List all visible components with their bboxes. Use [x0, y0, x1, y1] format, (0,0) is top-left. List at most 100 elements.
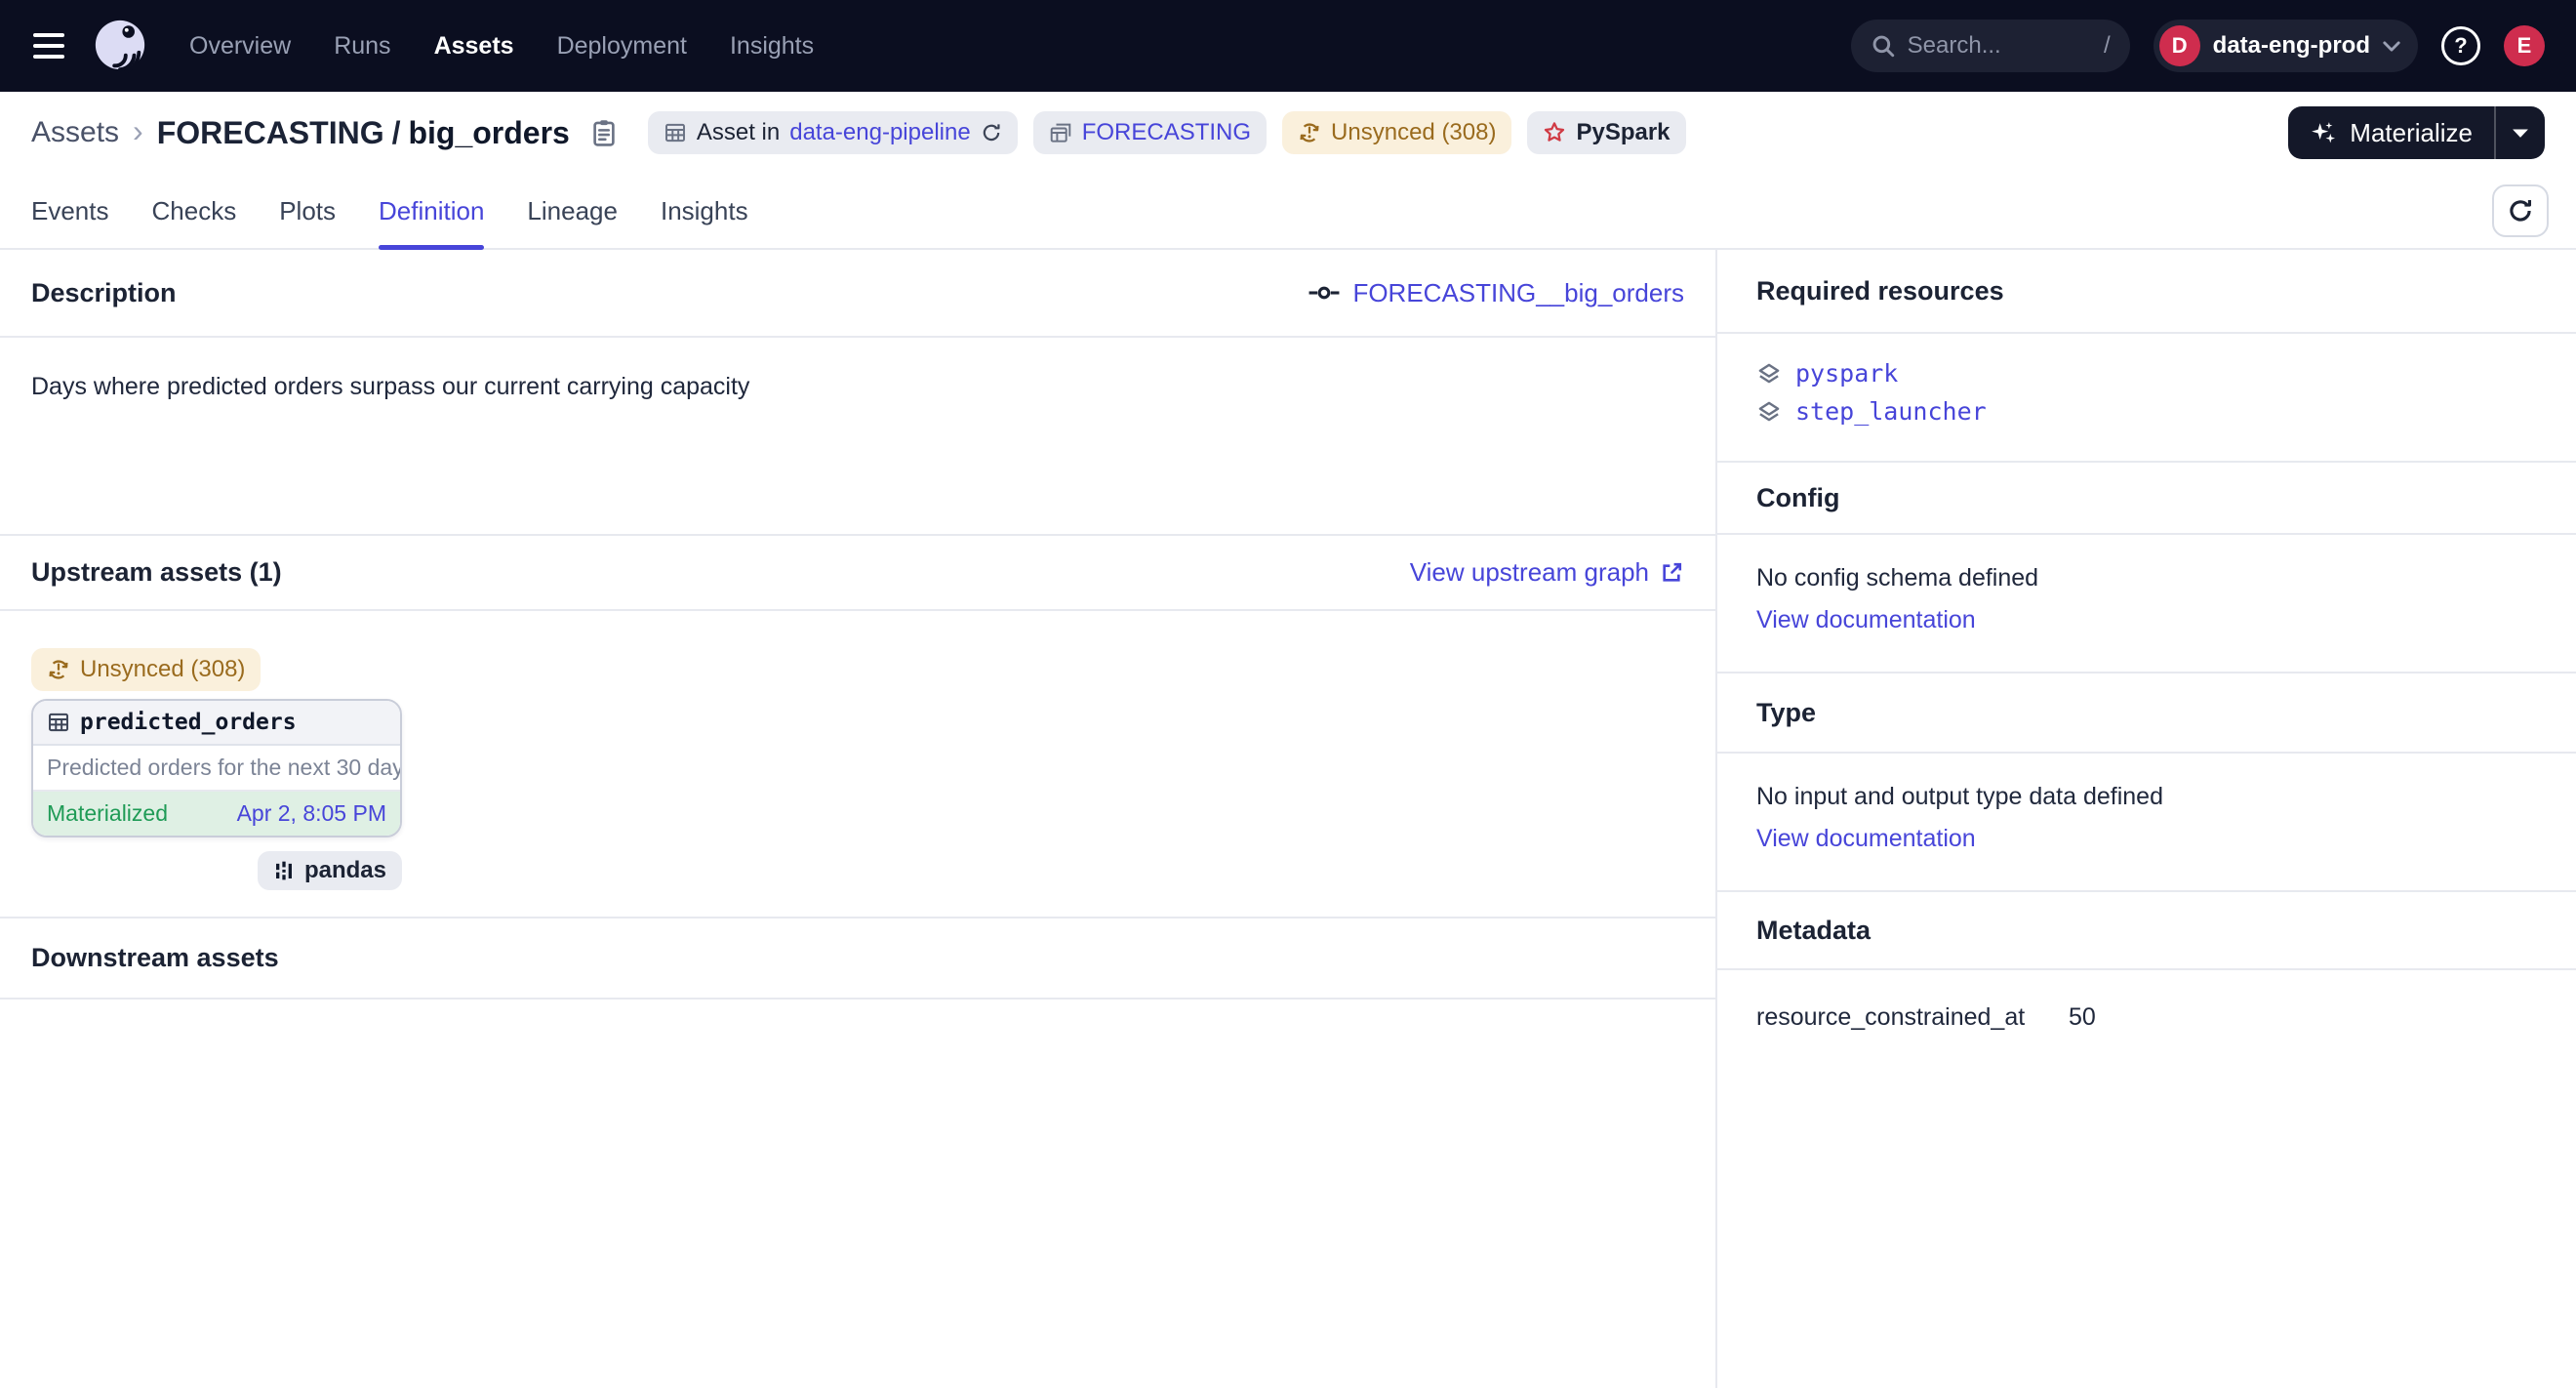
- copy-asset-key-icon[interactable]: [589, 118, 619, 147]
- downstream-section-header: Downstream assets: [0, 919, 1715, 1000]
- deployment-initial-badge: D: [2159, 25, 2200, 66]
- refresh-icon: [2507, 197, 2534, 225]
- metadata-value: 50: [2069, 1003, 2096, 1032]
- job-link[interactable]: FORECASTING__big_orders: [1308, 278, 1684, 308]
- tag-asset-in-pipeline[interactable]: Asset in data-eng-pipeline: [648, 111, 1018, 154]
- asset-tags: Asset in data-eng-pipeline: [648, 111, 1686, 154]
- tab-insights[interactable]: Insights: [661, 174, 748, 248]
- pandas-icon: [273, 860, 295, 881]
- unsynced-icon: [1298, 121, 1321, 144]
- top-navbar: Overview Runs Assets Deployment Insights…: [0, 0, 2576, 92]
- sparkles-icon: [2310, 119, 2337, 146]
- asset-card-status-row: Materialized Apr 2, 8:05 PM: [33, 792, 400, 836]
- metadata-row: resource_constrained_at 50: [1756, 1003, 2537, 1032]
- dagster-logo-icon[interactable]: [92, 18, 148, 74]
- deployment-switcher[interactable]: D data-eng-prod: [2153, 20, 2418, 72]
- config-section-header: Config: [1717, 463, 2576, 535]
- nav-item-assets[interactable]: Assets: [434, 32, 514, 61]
- refresh-button[interactable]: [2492, 184, 2549, 237]
- nav-item-runs[interactable]: Runs: [334, 32, 390, 61]
- page-title: FORECASTING/big_orders: [157, 115, 570, 151]
- right-pane: Required resources pyspark: [1717, 250, 2576, 1388]
- pandas-tag[interactable]: pandas: [258, 851, 402, 890]
- type-view-documentation-link[interactable]: View documentation: [1756, 825, 1976, 853]
- tag-group-label[interactable]: FORECASTING: [1082, 119, 1251, 146]
- metadata-key: resource_constrained_at: [1756, 1003, 2069, 1032]
- reload-pipeline-icon[interactable]: [981, 122, 1002, 143]
- resource-name[interactable]: step_launcher: [1795, 397, 1987, 426]
- pyspark-star-icon: [1543, 121, 1566, 144]
- breadcrumb-assets-link[interactable]: Assets: [31, 116, 119, 149]
- asset-header-row: Assets › FORECASTING/big_orders Asset in: [0, 92, 2576, 174]
- user-avatar[interactable]: E: [2504, 25, 2545, 66]
- description-section-header: Description FORECASTING__big_orders: [0, 250, 1715, 338]
- tab-plots[interactable]: Plots: [279, 174, 336, 248]
- job-link-label[interactable]: FORECASTING__big_orders: [1352, 278, 1684, 308]
- upstream-sync-label: Unsynced (308): [80, 656, 245, 683]
- view-upstream-graph-link[interactable]: View upstream graph: [1410, 557, 1684, 588]
- asset-group-name[interactable]: FORECASTING: [157, 115, 384, 150]
- metadata-section-header: Metadata: [1717, 892, 2576, 970]
- type-content: No input and output type data defined Vi…: [1717, 754, 2576, 892]
- menu-icon[interactable]: [31, 27, 66, 64]
- resource-item-pyspark[interactable]: pyspark: [1756, 359, 2537, 388]
- nav-item-overview[interactable]: Overview: [189, 32, 291, 61]
- description-title: Description: [31, 278, 177, 308]
- chevron-down-icon: [2512, 128, 2529, 139]
- config-title: Config: [1756, 483, 1839, 513]
- table-icon: [664, 121, 687, 144]
- nav-item-deployment[interactable]: Deployment: [557, 32, 687, 61]
- tab-definition[interactable]: Definition: [379, 174, 484, 248]
- unsynced-icon: [47, 658, 70, 681]
- breadcrumb-chevron: ›: [133, 115, 143, 150]
- help-icon[interactable]: ?: [2441, 26, 2480, 65]
- definition-view: Description FORECASTING__big_orders Days…: [0, 250, 2576, 1388]
- description-body: Days where predicted orders surpass our …: [0, 338, 1715, 536]
- resource-layers-icon: [1756, 361, 1782, 387]
- job-graph-icon: [1308, 285, 1341, 301]
- upstream-asset-name[interactable]: predicted_orders: [80, 710, 297, 735]
- app-window: Overview Runs Assets Deployment Insights…: [0, 0, 2576, 1388]
- left-pane: Description FORECASTING__big_orders Days…: [0, 250, 1717, 1388]
- materialize-button[interactable]: Materialize: [2288, 106, 2494, 159]
- upstream-content: Unsynced (308) predicted_orders Pr: [0, 611, 1715, 919]
- downstream-title: Downstream assets: [31, 943, 279, 973]
- group-table-icon: [1049, 121, 1072, 144]
- search-box[interactable]: /: [1851, 20, 2130, 72]
- search-icon: [1871, 33, 1896, 59]
- materialize-dropdown-button[interactable]: [2496, 106, 2545, 159]
- asset-key-separator: /: [392, 115, 401, 150]
- tag-asset-in-prefix: Asset in: [697, 119, 780, 146]
- search-shortcut-hint: /: [2104, 32, 2111, 60]
- type-section-header: Type: [1717, 674, 2576, 754]
- search-input[interactable]: [1908, 32, 2092, 60]
- nav-item-insights[interactable]: Insights: [730, 32, 814, 61]
- resource-item-step-launcher[interactable]: step_launcher: [1756, 397, 2537, 426]
- description-text: Days where predicted orders surpass our …: [31, 373, 749, 400]
- pipeline-link[interactable]: data-eng-pipeline: [789, 119, 970, 146]
- chevron-down-icon: [2383, 41, 2400, 52]
- tab-lineage[interactable]: Lineage: [527, 174, 618, 248]
- upstream-asset-description: Predicted orders for the next 30 day...: [33, 746, 400, 792]
- metadata-table: resource_constrained_at 50: [1717, 970, 2576, 1065]
- resources-title: Required resources: [1756, 276, 2004, 306]
- tag-compute-kind[interactable]: PySpark: [1527, 111, 1685, 154]
- upstream-asset-card[interactable]: predicted_orders Predicted orders for th…: [31, 699, 402, 837]
- avatar-initial: E: [2517, 33, 2532, 59]
- upstream-sync-badge[interactable]: Unsynced (308): [31, 648, 261, 691]
- deployment-name: data-eng-prod: [2213, 32, 2370, 60]
- asset-tabs: Events Checks Plots Definition Lineage I…: [0, 174, 2576, 250]
- external-link-icon: [1659, 560, 1684, 586]
- resource-name[interactable]: pyspark: [1795, 359, 1898, 388]
- config-view-documentation-link[interactable]: View documentation: [1756, 606, 1976, 634]
- tab-events[interactable]: Events: [31, 174, 109, 248]
- materialization-timestamp-link[interactable]: Apr 2, 8:05 PM: [237, 800, 386, 827]
- config-content: No config schema defined View documentat…: [1717, 535, 2576, 674]
- metadata-title: Metadata: [1756, 916, 1871, 946]
- primary-nav: Overview Runs Assets Deployment Insights: [189, 32, 814, 61]
- view-upstream-graph-label: View upstream graph: [1410, 557, 1649, 588]
- tag-sync-status[interactable]: Unsynced (308): [1282, 111, 1511, 154]
- tag-asset-group[interactable]: FORECASTING: [1033, 111, 1267, 154]
- tab-checks[interactable]: Checks: [152, 174, 237, 248]
- resource-layers-icon: [1756, 399, 1782, 425]
